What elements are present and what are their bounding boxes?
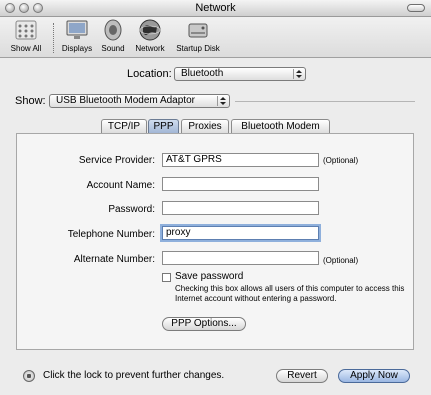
save-password-label: Save password <box>175 271 244 282</box>
popup-arrows-icon <box>217 96 227 106</box>
display-icon <box>65 18 89 42</box>
globe-icon <box>138 18 162 42</box>
show-popup[interactable]: USB Bluetooth Modem Adaptor <box>49 94 230 108</box>
title-bar: Network <box>0 0 431 17</box>
toolbar-label: Startup Disk <box>176 44 220 53</box>
divider <box>235 101 415 102</box>
account-name-input[interactable] <box>162 177 319 191</box>
toolbar-label: Show All <box>10 44 42 53</box>
telephone-number-input[interactable]: proxy <box>162 226 319 240</box>
disk-icon <box>186 18 210 42</box>
password-label: Password: <box>108 204 155 215</box>
toolbar-label: Displays <box>61 44 93 53</box>
service-provider-input[interactable]: AT&T GPRS <box>162 153 319 167</box>
toolbar: Show All Displays Sound Network Startup … <box>0 17 431 58</box>
revert-button[interactable]: Revert <box>276 369 328 383</box>
show-label: Show: <box>15 95 46 107</box>
location-value: Bluetooth <box>181 68 224 79</box>
popup-arrows-icon <box>293 69 303 79</box>
tab-bluetooth-modem[interactable]: Bluetooth Modem <box>231 119 330 134</box>
speaker-icon <box>101 18 125 42</box>
account-name-label: Account Name: <box>86 180 155 191</box>
lock-text: Click the lock to prevent further change… <box>43 370 225 381</box>
location-popup[interactable]: Bluetooth <box>174 67 306 81</box>
toolbar-show-all[interactable]: Show All <box>6 18 46 53</box>
toolbar-label: Network <box>135 44 165 53</box>
alternate-number-input[interactable] <box>162 251 319 265</box>
save-password-checkbox[interactable] <box>162 273 171 282</box>
apply-now-button[interactable]: Apply Now <box>338 369 410 383</box>
tab-proxies[interactable]: Proxies <box>181 119 229 134</box>
alternate-number-label: Alternate Number: <box>73 254 155 265</box>
apple-icon <box>14 18 38 42</box>
show-value: USB Bluetooth Modem Adaptor <box>56 95 195 106</box>
service-provider-label: Service Provider: <box>78 155 155 166</box>
optional-note: (Optional) <box>323 156 359 165</box>
window-title: Network <box>195 2 236 14</box>
location-label: Location: <box>127 68 172 80</box>
toolbar-sound[interactable]: Sound <box>98 18 128 53</box>
network-preferences-window: Network Show All Displays Sound Network … <box>0 0 431 395</box>
toolbar-network[interactable]: Network <box>131 18 169 53</box>
toolbar-separator <box>53 23 54 53</box>
toolbar-label: Sound <box>101 44 125 53</box>
save-password-help-text: Checking this box allows all users of th… <box>175 284 405 303</box>
ppp-options-button[interactable]: PPP Options... <box>162 317 246 331</box>
optional-note: (Optional) <box>323 256 359 265</box>
lock-icon[interactable] <box>23 370 35 382</box>
tab-tcpip[interactable]: TCP/IP <box>101 119 147 134</box>
toolbar-displays[interactable]: Displays <box>58 18 96 53</box>
telephone-number-label: Telephone Number: <box>67 229 155 240</box>
tab-ppp[interactable]: PPP <box>148 119 179 134</box>
password-input[interactable] <box>162 201 319 215</box>
toolbar-startup-disk[interactable]: Startup Disk <box>172 18 224 53</box>
toolbar-toggle-button[interactable] <box>407 4 425 12</box>
